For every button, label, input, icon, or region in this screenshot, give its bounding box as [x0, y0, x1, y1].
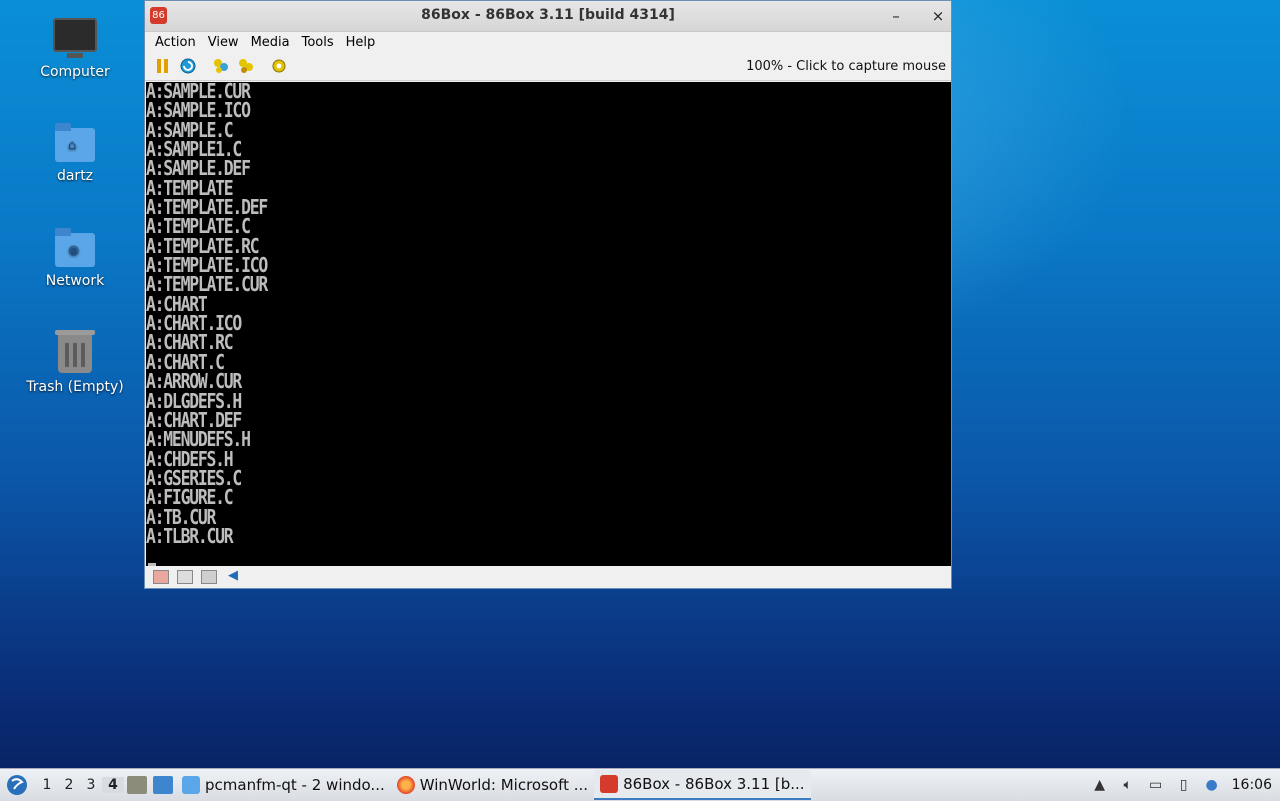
computer-icon — [53, 18, 97, 58]
desktop-icon-home[interactable]: ⌂ dartz — [20, 123, 130, 184]
firefox-icon — [396, 776, 415, 794]
task-pcmanfm[interactable]: pcmanfm-qt - 2 windo... — [176, 770, 391, 800]
clipboard-icon[interactable]: ▯ — [1175, 776, 1193, 794]
console-line: A:TLBR.CUR — [146, 523, 234, 548]
clock[interactable]: 16:06 — [1232, 777, 1272, 793]
keyboard-combo-icon — [239, 59, 253, 73]
desktop-icon-label: Computer — [40, 64, 110, 80]
window-titlebar[interactable]: 86 86Box - 86Box 3.11 [build 4314] – × — [145, 1, 951, 32]
network-folder-icon: ◉ — [55, 228, 95, 267]
taskbar: 1 2 3 4 pcmanfm-qt - 2 windo... WinWorld… — [0, 768, 1280, 801]
capture-status: 100% - Click to capture mouse — [746, 59, 946, 74]
hard-disk-icon[interactable] — [201, 570, 217, 584]
workspace-3[interactable]: 3 — [80, 777, 102, 793]
console-line: A:CHART — [146, 291, 208, 316]
home-folder-icon: ⌂ — [55, 123, 95, 162]
reset-icon — [180, 58, 196, 74]
console-line: A:FIGURE.C — [146, 485, 234, 510]
pause-icon — [157, 59, 168, 73]
task-label: 86Box - 86Box 3.11 [b... — [623, 775, 805, 793]
settings-button[interactable] — [269, 56, 289, 76]
volume-icon[interactable]: 🔈︎ — [1119, 776, 1137, 794]
desktop-icon-computer[interactable]: Computer — [20, 18, 130, 80]
console-line: A:CHART.RC — [146, 330, 234, 355]
close-button[interactable]: × — [927, 5, 949, 27]
tray-expand-icon[interactable]: ▲ — [1091, 776, 1109, 794]
menubar: Action View Media Tools Help — [145, 32, 951, 52]
folder-icon — [182, 776, 200, 794]
menu-help[interactable]: Help — [340, 35, 382, 50]
desktop-icon-label: dartz — [56, 168, 94, 184]
menu-tools[interactable]: Tools — [296, 35, 340, 50]
console-line: A:TEMPLATE.CUR — [146, 272, 268, 297]
console-line: A:MENUDEFS.H — [146, 427, 251, 452]
task-firefox[interactable]: WinWorld: Microsoft ... — [391, 770, 594, 800]
show-desktop-icon[interactable] — [127, 776, 147, 794]
menu-media[interactable]: Media — [245, 35, 296, 50]
console-line: A:DLGDEFS.H — [146, 388, 242, 413]
network-tray-icon[interactable]: ▭ — [1147, 776, 1165, 794]
emulator-window: 86 86Box - 86Box 3.11 [build 4314] – × A… — [144, 0, 952, 589]
menu-action[interactable]: Action — [149, 35, 202, 50]
task-label: pcmanfm-qt - 2 windo... — [205, 776, 385, 794]
task-label: WinWorld: Microsoft ... — [419, 776, 589, 794]
sound-icon[interactable]: ◀ — [225, 569, 241, 584]
86box-icon — [600, 775, 619, 793]
trash-icon — [55, 330, 95, 373]
ctrl-alt-del-button[interactable] — [211, 56, 231, 76]
console-line: A:CHART.C — [146, 349, 225, 374]
minimize-button[interactable]: – — [885, 5, 907, 27]
desktop-icon-trash[interactable]: Trash (Empty) — [20, 330, 130, 395]
console-line: A:GSERIES.C — [146, 465, 242, 490]
status-bar: ◀ — [145, 566, 951, 588]
workspace-4[interactable]: 4 — [102, 777, 124, 793]
console-line: A:CHART.ICO — [146, 311, 242, 336]
toolbar: 100% - Click to capture mouse — [145, 52, 951, 81]
console-line: A:SAMPLE.C — [146, 117, 234, 142]
console-line: A:CHDEFS.H — [146, 446, 234, 471]
console-line: A:SAMPLE.ICO — [146, 98, 251, 123]
floppy-drive-icon[interactable] — [153, 570, 169, 584]
reset-button[interactable] — [178, 56, 198, 76]
console-line: A:SAMPLE.DEF — [146, 156, 251, 181]
menu-view[interactable]: View — [202, 35, 245, 50]
console-line: A:TB.CUR — [146, 504, 216, 529]
workspace-2[interactable]: 2 — [58, 777, 80, 793]
task-86box[interactable]: 86Box - 86Box 3.11 [b... — [594, 770, 811, 800]
console-line: A:ARROW.CUR — [146, 369, 242, 394]
ctrl-alt-esc-button[interactable] — [236, 56, 256, 76]
desktop-icon-network[interactable]: ◉ Network — [20, 228, 130, 289]
start-menu-icon — [7, 775, 27, 795]
cdrom-drive-icon[interactable] — [177, 570, 193, 584]
desktop-icon-label: Trash (Empty) — [26, 379, 124, 395]
app-menu-button[interactable] — [4, 772, 30, 798]
settings-icon — [272, 59, 286, 73]
window-title: 86Box - 86Box 3.11 [build 4314] — [421, 7, 675, 23]
desktop-icon-label: Network — [45, 273, 105, 289]
workspace-1[interactable]: 1 — [36, 777, 58, 793]
emulated-screen[interactable]: A:SAMPLE.CUR A:SAMPLE.ICO A:SAMPLE.C A:SAMP… — [146, 82, 951, 566]
notification-icon[interactable]: ● — [1203, 776, 1221, 794]
keyboard-combo-icon — [214, 59, 228, 73]
pause-button[interactable] — [153, 56, 173, 76]
system-tray: ▲ 🔈︎ ▭ ▯ ● 16:06 — [1086, 769, 1272, 801]
file-manager-launcher-icon[interactable] — [153, 776, 173, 794]
console-output: A:SAMPLE.CUR A:SAMPLE.ICO A:SAMPLE.C A:SAMP… — [146, 82, 951, 546]
